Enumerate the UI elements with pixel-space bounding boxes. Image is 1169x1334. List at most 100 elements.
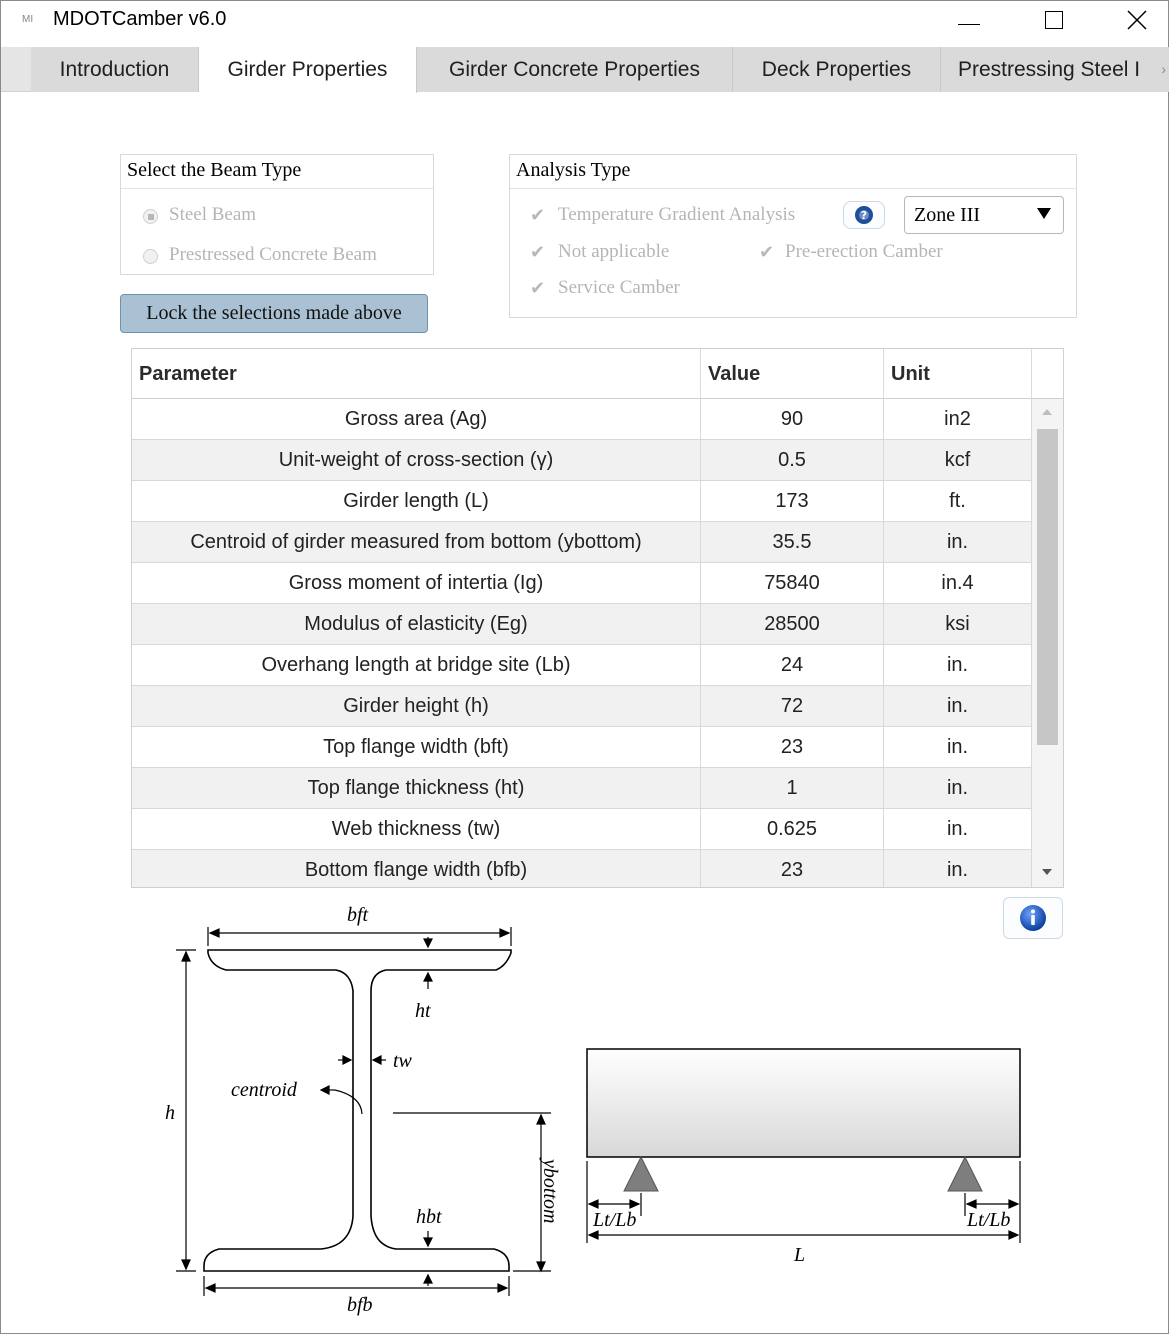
value-cell[interactable]: 35.5 (701, 522, 884, 563)
tab-introduction[interactable]: Introduction (31, 47, 199, 92)
close-button[interactable] (1114, 5, 1160, 35)
table-row[interactable]: Centroid of girder measured from bottom … (132, 522, 1032, 563)
prestressed-beam-radio[interactable] (143, 249, 158, 264)
label-centroid: centroid (231, 1079, 298, 1101)
header-parameter[interactable]: Parameter (132, 349, 701, 399)
unit-cell: kcf (884, 440, 1032, 481)
unit-cell: in. (884, 768, 1032, 809)
unit-cell: in. (884, 645, 1032, 686)
close-icon (1127, 10, 1147, 30)
parameter-cell: Web thickness (tw) (132, 809, 701, 850)
unit-cell: ksi (884, 604, 1032, 645)
span-dimension-lines (586, 1161, 1021, 1243)
table-row[interactable]: Bottom flange width (bfb) 23 in. (132, 850, 1032, 887)
label-bft: bft (347, 904, 369, 926)
right-support-icon (947, 1155, 983, 1192)
table-row[interactable]: Overhang length at bridge site (Lb) 24 in. (132, 645, 1032, 686)
not-applicable-checkbox[interactable]: ✔ (530, 243, 548, 261)
value-cell[interactable]: 0.625 (701, 809, 884, 850)
svg-text:?: ? (861, 209, 867, 222)
value-cell[interactable]: 23 (701, 850, 884, 887)
table-row[interactable]: Gross moment of intertia (Ig) 75840 in.4 (132, 563, 1032, 604)
label-tw: tw (393, 1050, 413, 1072)
header-value[interactable]: Value (701, 349, 884, 399)
value-cell[interactable]: 90 (701, 399, 884, 440)
tab-deck-properties[interactable]: Deck Properties (733, 47, 941, 92)
table-row[interactable]: Web thickness (tw) 0.625 in. (132, 809, 1032, 850)
scroll-down-icon[interactable] (1042, 869, 1052, 875)
label-span: L (793, 1244, 805, 1266)
table-row[interactable]: Unit-weight of cross-section (γ) 0.5 kcf (132, 440, 1032, 481)
parameter-cell: Gross moment of intertia (Ig) (132, 563, 701, 604)
app-window: MI MDOTCamber v6.0 Introduction Girder P… (0, 0, 1169, 1334)
unit-cell: in. (884, 850, 1032, 887)
tab-girder-concrete-properties[interactable]: Girder Concrete Properties (417, 47, 733, 92)
help-icon: ? (855, 206, 873, 224)
table-row[interactable]: Girder length (L) 173 ft. (132, 481, 1032, 522)
tab-label: Prestressing Steel I (958, 57, 1141, 81)
tab-bar: Introduction Girder Properties Girder Co… (1, 47, 1169, 93)
girder-diagram: bft ht tw centroid h hbt bfb ybottom Lt/… (165, 904, 1021, 1316)
unit-cell: in. (884, 809, 1032, 850)
temperature-gradient-checkbox[interactable]: ✔ (530, 206, 548, 224)
parameter-table: Parameter Value Unit Gross area (Ag) 90 in… (131, 348, 1064, 888)
unit-cell: ft. (884, 481, 1032, 522)
service-camber-checkbox[interactable]: ✔ (530, 279, 548, 297)
value-cell[interactable]: 1 (701, 768, 884, 809)
i-beam-outline (203, 949, 512, 1272)
maximize-button[interactable] (1031, 5, 1077, 35)
temperature-help-button[interactable]: ? (843, 201, 885, 229)
prestressed-beam-label: Prestressed Concrete Beam (169, 244, 377, 265)
tab-prestressing-steel[interactable]: Prestressing Steel I › (941, 47, 1169, 92)
parameter-cell: Girder height (h) (132, 686, 701, 727)
zone-select[interactable]: Zone III (904, 196, 1064, 234)
not-applicable-label: Not applicable (558, 241, 670, 262)
parameter-cell: Centroid of girder measured from bottom … (132, 522, 701, 563)
parameter-cell: Top flange width (bft) (132, 727, 701, 768)
table-row[interactable]: Top flange thickness (ht) 1 in. (132, 768, 1032, 809)
value-cell[interactable]: 173 (701, 481, 884, 522)
table-row[interactable]: Girder height (h) 72 in. (132, 686, 1032, 727)
minimize-button[interactable] (946, 5, 992, 35)
label-right-support: Lt/Lb (966, 1209, 1010, 1231)
value-cell[interactable]: 24 (701, 645, 884, 686)
unit-cell: in. (884, 522, 1032, 563)
pre-erection-camber-checkbox[interactable]: ✔ (759, 243, 777, 261)
value-cell[interactable]: 23 (701, 727, 884, 768)
parameter-cell: Overhang length at bridge site (Lb) (132, 645, 701, 686)
parameter-cell: Bottom flange width (bfb) (132, 850, 701, 887)
label-left-support: Lt/Lb (592, 1209, 636, 1231)
dimension-lines (176, 927, 551, 1296)
table-row[interactable]: Modulus of elasticity (Eg) 28500 ksi (132, 604, 1032, 645)
pre-erection-camber-label: Pre-erection Camber (785, 241, 943, 262)
tab-scroll-right-icon[interactable]: › (1161, 61, 1166, 77)
value-cell[interactable]: 75840 (701, 563, 884, 604)
divider (121, 188, 433, 189)
value-cell[interactable]: 72 (701, 686, 884, 727)
tab-label: Deck Properties (761, 57, 912, 81)
value-cell[interactable]: 0.5 (701, 440, 884, 481)
table-header: Parameter Value Unit (132, 349, 1063, 399)
header-unit[interactable]: Unit (884, 349, 1032, 399)
label-hbt: hbt (416, 1206, 442, 1228)
service-camber-label: Service Camber (558, 277, 680, 298)
parameter-cell: Gross area (Ag) (132, 399, 701, 440)
parameter-cell: Modulus of elasticity (Eg) (132, 604, 701, 645)
unit-cell: in. (884, 686, 1032, 727)
left-support-icon (623, 1155, 659, 1192)
title-bar: MI MDOTCamber v6.0 (1, 1, 1168, 41)
table-row[interactable]: Gross area (Ag) 90 in2 (132, 399, 1032, 440)
table-scrollbar[interactable] (1032, 399, 1063, 887)
tab-label: Introduction (59, 57, 170, 81)
lock-selections-button[interactable]: Lock the selections made above (120, 294, 428, 333)
divider (510, 188, 1076, 189)
app-icon: MI (22, 14, 34, 25)
label-ht: ht (415, 1000, 431, 1022)
value-cell[interactable]: 28500 (701, 604, 884, 645)
analysis-type-group: Analysis Type ✔ Temperature Gradient Ana… (509, 154, 1077, 318)
tab-girder-properties[interactable]: Girder Properties (199, 47, 417, 93)
steel-beam-radio[interactable] (143, 209, 158, 224)
scroll-up-icon[interactable] (1042, 409, 1052, 415)
scroll-thumb[interactable] (1037, 429, 1058, 745)
table-row[interactable]: Top flange width (bft) 23 in. (132, 727, 1032, 768)
